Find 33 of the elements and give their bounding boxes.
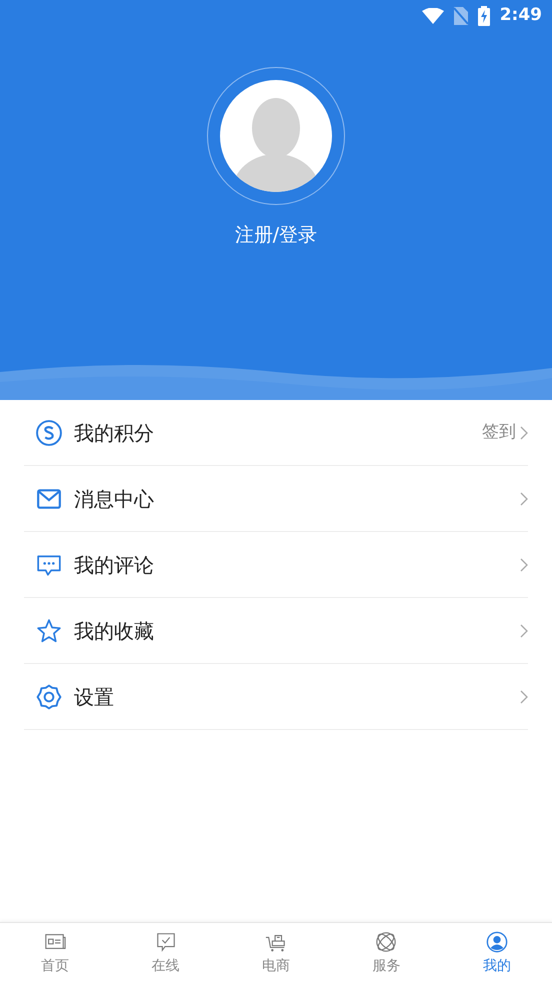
chevron-right-icon xyxy=(520,426,528,440)
login-link[interactable]: 注册/登录 xyxy=(234,221,318,250)
menu-label: 消息中心 xyxy=(74,486,154,512)
chevron-right-icon xyxy=(520,492,528,506)
chevron-right-icon xyxy=(520,558,528,572)
menu-item[interactable]: 设置 xyxy=(24,664,528,730)
chevron-right-icon xyxy=(520,690,528,704)
tab-item[interactable]: 我的 xyxy=(442,923,552,983)
tab-item[interactable]: 服务 xyxy=(331,923,442,983)
menu-label: 我的评论 xyxy=(74,552,154,578)
points-icon xyxy=(36,420,62,446)
menu-item[interactable]: 我的积分 签到 xyxy=(24,400,528,466)
tab-item[interactable]: 首页 xyxy=(0,923,110,983)
orbit-icon xyxy=(375,931,398,953)
menu-item[interactable]: 我的评论 xyxy=(24,532,528,598)
user-circle-icon xyxy=(486,931,508,953)
action-label: 签到 xyxy=(482,420,516,444)
chat-check-icon xyxy=(154,931,177,953)
menu-label: 我的收藏 xyxy=(74,618,154,644)
tab-item[interactable]: 在线 xyxy=(110,923,221,983)
no-sim-icon xyxy=(454,7,468,25)
menu-label: 设置 xyxy=(74,684,114,710)
wifi-icon xyxy=(422,8,444,24)
star-icon xyxy=(36,618,62,644)
tab-item[interactable]: 电商 xyxy=(220,923,332,983)
chevron-right-icon xyxy=(520,624,528,638)
gear-icon xyxy=(36,684,62,710)
menu-item[interactable]: 消息中心 xyxy=(24,466,528,532)
status-time: 2:49 xyxy=(500,4,542,28)
menu-label: 我的积分 xyxy=(74,420,154,446)
battery-charging-icon xyxy=(478,6,490,26)
menu-item[interactable]: 我的收藏 xyxy=(24,598,528,664)
avatar-icon[interactable] xyxy=(220,80,332,192)
